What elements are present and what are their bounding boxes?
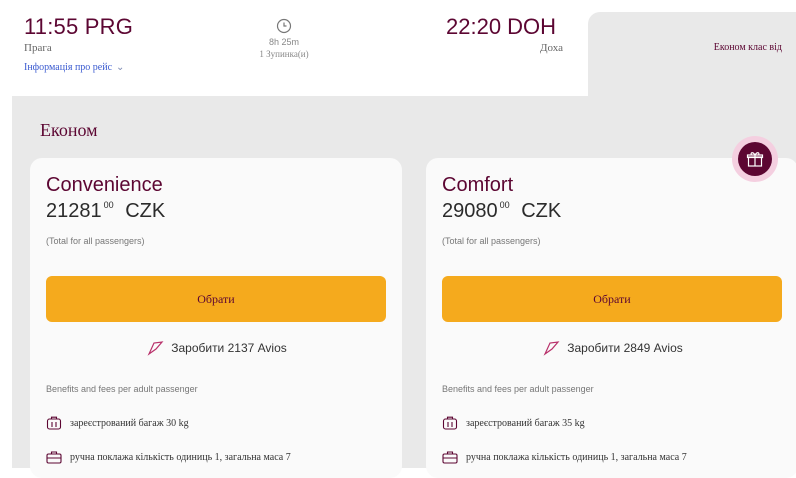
arrival-city: Доха [540,42,563,54]
gift-icon-wrapper [738,142,772,176]
flight-info-label: Інформація про рейс [24,62,113,73]
gift-offer-button[interactable] [732,136,778,182]
duration-block: 8h 25m 1 Зупинка(и) [254,18,314,59]
benefit-checked-bag-label: зареєстрований багаж 35 kg [466,417,585,429]
fare-card-convenience: Convenience 21281 00 CZK (Total for all p… [30,158,402,478]
clock-icon [276,18,292,34]
benefit-checked-bag-label: зареєстрований багаж 30 kg [70,417,189,429]
fare-currency: CZK [125,200,166,222]
fare-name: Convenience [46,174,163,196]
cabin-title: Економ [40,120,98,140]
departure-city: Прага [24,42,52,54]
cabin-panel: Економ Convenience 21281 00 CZK (Total fo… [12,96,796,478]
fare-price: 21281 00 CZK [46,200,165,223]
fare-price-main: 29080 [442,200,498,222]
fare-price-fraction: 00 [499,200,510,210]
fare-card-comfort: Comfort 29080 00 CZK (Total for all passe… [426,158,796,478]
flight-stops: 1 Зупинка(и) [259,49,309,59]
fare-name: Comfort [442,174,514,196]
fare-price: 29080 00 CZK [442,200,561,223]
select-fare-button[interactable]: Обрати [46,276,386,322]
benefit-checked-bag: зареєстрований багаж 30 kg [46,416,189,430]
fare-currency: CZK [521,200,562,222]
benefits-title: Benefits and fees per adult passenger [46,384,198,394]
select-fare-button[interactable]: Обрати [442,276,782,322]
avios-earn: Заробити 2137 Avios [30,340,402,356]
fare-note: (Total for all passengers) [46,236,145,246]
flight-info-link[interactable]: Інформація про рейс ⌄ [24,62,124,73]
tab-economy-class-label: Економ клас від [713,42,782,53]
fare-price-main: 21281 [46,200,102,222]
avios-tag-icon [147,341,164,356]
benefit-checked-bag: зареєстрований багаж 35 kg [442,416,585,430]
tab-economy-class[interactable]: Економ клас від [588,12,796,98]
chevron-down-icon: ⌄ [116,62,125,73]
cabin-bag-icon [46,451,62,464]
flight-duration: 8h 25m [268,37,300,47]
benefit-cabin-bag-label: ручна поклажа кількість одиниць 1, загал… [70,451,291,463]
benefits-title: Benefits and fees per adult passenger [442,384,594,394]
gift-icon [746,152,764,167]
benefit-cabin-bag-label: ручна поклажа кількість одиниць 1, загал… [466,451,687,463]
avios-label: Заробити 2849 Avios [567,341,683,355]
checked-bag-icon [46,416,62,430]
avios-label: Заробити 2137 Avios [171,341,287,355]
avios-earn: Заробити 2849 Avios [426,340,796,356]
fare-price-fraction: 00 [103,200,114,210]
benefit-cabin-bag: ручна поклажа кількість одиниць 1, загал… [442,450,687,464]
benefit-cabin-bag: ручна поклажа кількість одиниць 1, загал… [46,450,291,464]
departure-time: 11:55 PRG [24,14,134,39]
checked-bag-icon [442,416,458,430]
avios-tag-icon [543,341,560,356]
fare-note: (Total for all passengers) [442,236,541,246]
cabin-bag-icon [442,451,458,464]
arrival-time: 22:20 DOH [446,14,557,39]
